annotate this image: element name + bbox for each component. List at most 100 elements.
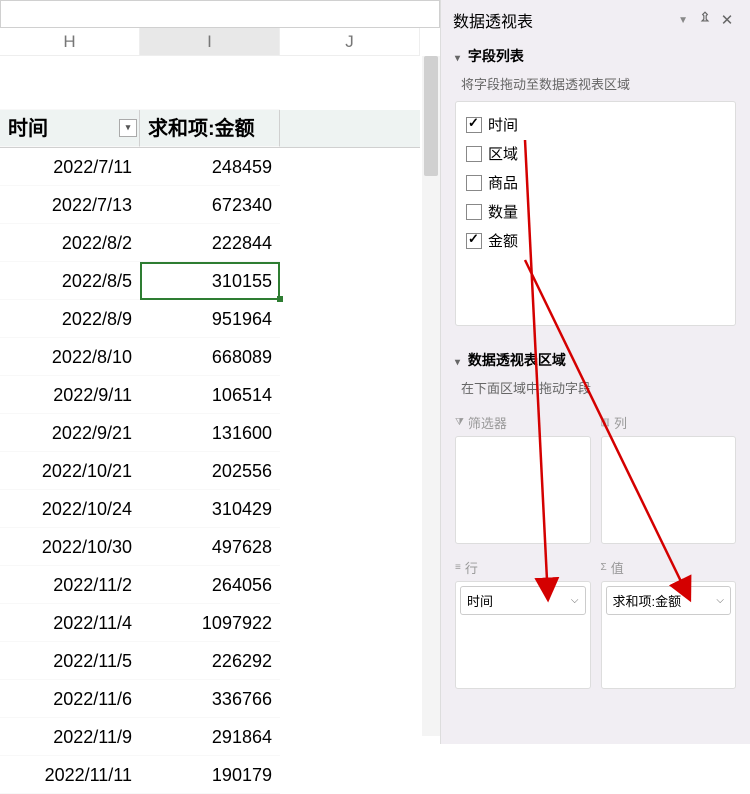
value-cell[interactable]: 202556 — [140, 452, 280, 490]
date-cell[interactable]: 2022/11/11 — [0, 756, 140, 794]
pivot-row-header[interactable]: 时间 ▾ — [0, 110, 140, 147]
value-chip-label: 求和项:金额 — [613, 591, 682, 610]
value-cell[interactable]: 131600 — [140, 414, 280, 452]
field-list-section[interactable]: 字段列表 — [441, 40, 750, 72]
date-cell[interactable]: 2022/9/11 — [0, 376, 140, 414]
value-area-label: Σ 值 — [601, 554, 737, 581]
vertical-scrollbar[interactable] — [422, 56, 440, 736]
field-checkbox[interactable] — [466, 146, 482, 162]
value-cell[interactable]: 106514 — [140, 376, 280, 414]
field-item[interactable]: 商品 — [466, 168, 725, 197]
table-row: 2022/8/10668089 — [0, 338, 420, 376]
pivot-panel: 数据透视表 ▼ ✕ 字段列表 将字段拖动至数据透视表区域 时间区域商品数量金额 … — [440, 0, 750, 744]
value-cell[interactable]: 264056 — [140, 566, 280, 604]
field-checkbox[interactable] — [466, 117, 482, 133]
pivot-header-row: 时间 ▾ 求和项:金额 — [0, 110, 420, 148]
field-checkbox[interactable] — [466, 175, 482, 191]
date-cell[interactable]: 2022/11/2 — [0, 566, 140, 604]
date-cell[interactable]: 2022/8/10 — [0, 338, 140, 376]
pivot-grid: 时间 ▾ 求和项:金额 2022/7/112484592022/7/136723… — [0, 60, 420, 794]
table-row: 2022/8/9951964 — [0, 300, 420, 338]
value-cell[interactable]: 310155 — [140, 262, 280, 300]
date-cell[interactable]: 2022/8/2 — [0, 224, 140, 262]
pivot-value-header-label: 求和项:金额 — [148, 118, 255, 140]
area-section-hint: 在下面区域中拖动字段 — [441, 376, 750, 405]
date-cell[interactable]: 2022/11/9 — [0, 718, 140, 756]
field-item[interactable]: 区域 — [466, 139, 725, 168]
table-row: 2022/11/41097922 — [0, 604, 420, 642]
value-cell[interactable]: 497628 — [140, 528, 280, 566]
date-cell[interactable]: 2022/8/5 — [0, 262, 140, 300]
close-icon[interactable]: ✕ — [716, 11, 738, 29]
table-row: 2022/7/13672340 — [0, 186, 420, 224]
area-grid: ⧩ 筛选器 ▥ 列 ≡ 行 时间 ⌵ — [441, 405, 750, 693]
field-label: 数量 — [488, 201, 518, 222]
blank-cell[interactable] — [0, 60, 140, 110]
column-header-h[interactable]: H — [0, 28, 140, 56]
column-header-i[interactable]: I — [140, 28, 280, 56]
value-cell[interactable]: 248459 — [140, 148, 280, 186]
chevron-down-icon[interactable]: ▼ — [678, 15, 688, 26]
table-row: 2022/8/5310155 — [0, 262, 420, 300]
field-checkbox[interactable] — [466, 233, 482, 249]
field-list-box[interactable]: 时间区域商品数量金额 — [455, 101, 736, 326]
value-chip-amount[interactable]: 求和项:金额 ⌵ — [606, 586, 732, 615]
table-row: 2022/10/30497628 — [0, 528, 420, 566]
table-row: 2022/11/2264056 — [0, 566, 420, 604]
date-cell[interactable]: 2022/10/21 — [0, 452, 140, 490]
field-item[interactable]: 数量 — [466, 197, 725, 226]
column-dropzone[interactable] — [601, 436, 737, 544]
scrollbar-thumb[interactable] — [424, 56, 438, 176]
field-list-hint: 将字段拖动至数据透视表区域 — [441, 72, 750, 101]
panel-title: 数据透视表 — [453, 8, 678, 32]
area-section[interactable]: 数据透视表区域 — [441, 344, 750, 376]
spreadsheet-area: H I J 时间 ▾ 求和项:金额 2022/7/112484592022/7/… — [0, 0, 440, 744]
date-cell[interactable]: 2022/8/9 — [0, 300, 140, 338]
value-cell[interactable]: 226292 — [140, 642, 280, 680]
column-headers: H I J — [0, 28, 440, 56]
value-cell[interactable]: 668089 — [140, 338, 280, 376]
field-label: 金额 — [488, 230, 518, 251]
rows-icon: ≡ — [455, 562, 461, 573]
filter-area-label: ⧩ 筛选器 — [455, 409, 591, 436]
field-item[interactable]: 时间 — [466, 110, 725, 139]
chevron-down-icon: ⌵ — [571, 595, 579, 606]
formula-bar[interactable] — [0, 0, 440, 28]
value-cell[interactable]: 336766 — [140, 680, 280, 718]
value-cell[interactable]: 310429 — [140, 490, 280, 528]
table-row: 2022/11/9291864 — [0, 718, 420, 756]
value-cell[interactable]: 672340 — [140, 186, 280, 224]
date-cell[interactable]: 2022/7/11 — [0, 148, 140, 186]
value-dropzone[interactable]: 求和项:金额 ⌵ — [601, 581, 737, 689]
blank-cell[interactable] — [140, 60, 280, 110]
date-cell[interactable]: 2022/11/4 — [0, 604, 140, 642]
value-cell[interactable]: 1097922 — [140, 604, 280, 642]
table-row: 2022/9/21131600 — [0, 414, 420, 452]
pivot-value-header[interactable]: 求和项:金额 — [140, 110, 280, 147]
date-cell[interactable]: 2022/10/30 — [0, 528, 140, 566]
row-chip-time[interactable]: 时间 ⌵ — [460, 586, 586, 615]
date-cell[interactable]: 2022/9/21 — [0, 414, 140, 452]
date-cell[interactable]: 2022/11/6 — [0, 680, 140, 718]
column-area: ▥ 列 — [601, 409, 737, 544]
date-cell[interactable]: 2022/11/5 — [0, 642, 140, 680]
field-item[interactable]: 金额 — [466, 226, 725, 255]
table-row: 2022/11/11190179 — [0, 756, 420, 794]
value-cell[interactable]: 190179 — [140, 756, 280, 794]
value-cell[interactable]: 222844 — [140, 224, 280, 262]
value-cell[interactable]: 291864 — [140, 718, 280, 756]
value-cell[interactable]: 951964 — [140, 300, 280, 338]
row-dropzone[interactable]: 时间 ⌵ — [455, 581, 591, 689]
row-area: ≡ 行 时间 ⌵ — [455, 554, 591, 689]
table-row: 2022/8/2222844 — [0, 224, 420, 262]
pivot-filter-dropdown[interactable]: ▾ — [119, 119, 137, 137]
pin-icon[interactable] — [694, 11, 716, 29]
date-cell[interactable]: 2022/10/24 — [0, 490, 140, 528]
table-row: 2022/11/5226292 — [0, 642, 420, 680]
area-section-title: 数据透视表区域 — [468, 352, 566, 368]
filter-dropzone[interactable] — [455, 436, 591, 544]
field-checkbox[interactable] — [466, 204, 482, 220]
table-row: 2022/10/24310429 — [0, 490, 420, 528]
column-header-j[interactable]: J — [280, 28, 420, 56]
date-cell[interactable]: 2022/7/13 — [0, 186, 140, 224]
